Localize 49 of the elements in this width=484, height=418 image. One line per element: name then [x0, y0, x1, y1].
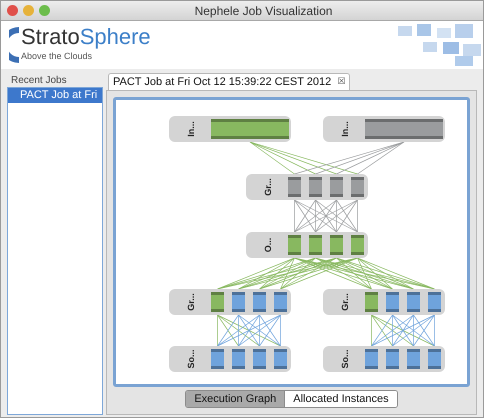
view-toggle[interactable]: Allocated Instances	[284, 391, 397, 407]
zoom-button[interactable]	[39, 5, 50, 16]
subtask-block[interactable]	[351, 235, 364, 255]
subtask-block[interactable]	[365, 119, 443, 139]
subtask-block[interactable]	[253, 292, 266, 312]
vertex-label: Gr...	[340, 293, 350, 311]
subtask-block[interactable]	[211, 292, 224, 312]
minimize-button[interactable]	[23, 5, 34, 16]
subtask-block[interactable]	[386, 349, 399, 369]
vertex-label: In...	[186, 121, 196, 137]
subtask-block[interactable]	[274, 292, 287, 312]
subtask-block[interactable]	[330, 177, 343, 197]
logo-icon	[9, 25, 19, 65]
subtask-block[interactable]	[211, 349, 224, 369]
logo-text: Sphere	[80, 26, 151, 48]
vertex-label: In...	[340, 121, 350, 137]
subtask-block[interactable]	[309, 235, 322, 255]
tagline: Above the Clouds	[21, 50, 94, 64]
vertex-label: So...	[340, 350, 350, 368]
subtask-block[interactable]	[288, 177, 301, 197]
subtask-block[interactable]	[428, 349, 441, 369]
subtask-block[interactable]	[351, 177, 364, 197]
vertex-label: Gr...	[263, 178, 273, 196]
window-title: Nephele Job Visualization	[194, 2, 332, 20]
job-item[interactable]: PACT Job at Fri	[8, 88, 102, 103]
subtask-block[interactable]	[365, 292, 378, 312]
vertex-label: So...	[186, 350, 196, 368]
subtask-block[interactable]	[386, 292, 399, 312]
subtask-block[interactable]	[288, 235, 301, 255]
subtask-block[interactable]	[407, 292, 420, 312]
vertex-label: O...	[263, 238, 273, 252]
subtask-block[interactable]	[407, 349, 420, 369]
vertex-label: Gr...	[186, 293, 196, 311]
subtask-block[interactable]	[232, 292, 245, 312]
subtask-block[interactable]	[253, 349, 266, 369]
close-tab-icon[interactable]: ☒	[337, 75, 346, 89]
subtask-block[interactable]	[309, 177, 322, 197]
subtask-block[interactable]	[428, 292, 441, 312]
view-toggle[interactable]: Execution Graph	[186, 391, 284, 407]
subtask-block[interactable]	[365, 349, 378, 369]
job-tab[interactable]: PACT Job at Fri Oct 12 15:39:22 CEST 2012 ☒	[108, 73, 350, 90]
logo-text: Strato	[21, 26, 80, 48]
subtask-block[interactable]	[232, 349, 245, 369]
edge-lines	[294, 200, 358, 232]
subtask-block[interactable]	[330, 235, 343, 255]
close-button[interactable]	[7, 5, 18, 16]
subtask-block[interactable]	[211, 119, 289, 139]
subtask-block[interactable]	[274, 349, 287, 369]
sidebar-title: Recent Jobs	[10, 74, 68, 87]
